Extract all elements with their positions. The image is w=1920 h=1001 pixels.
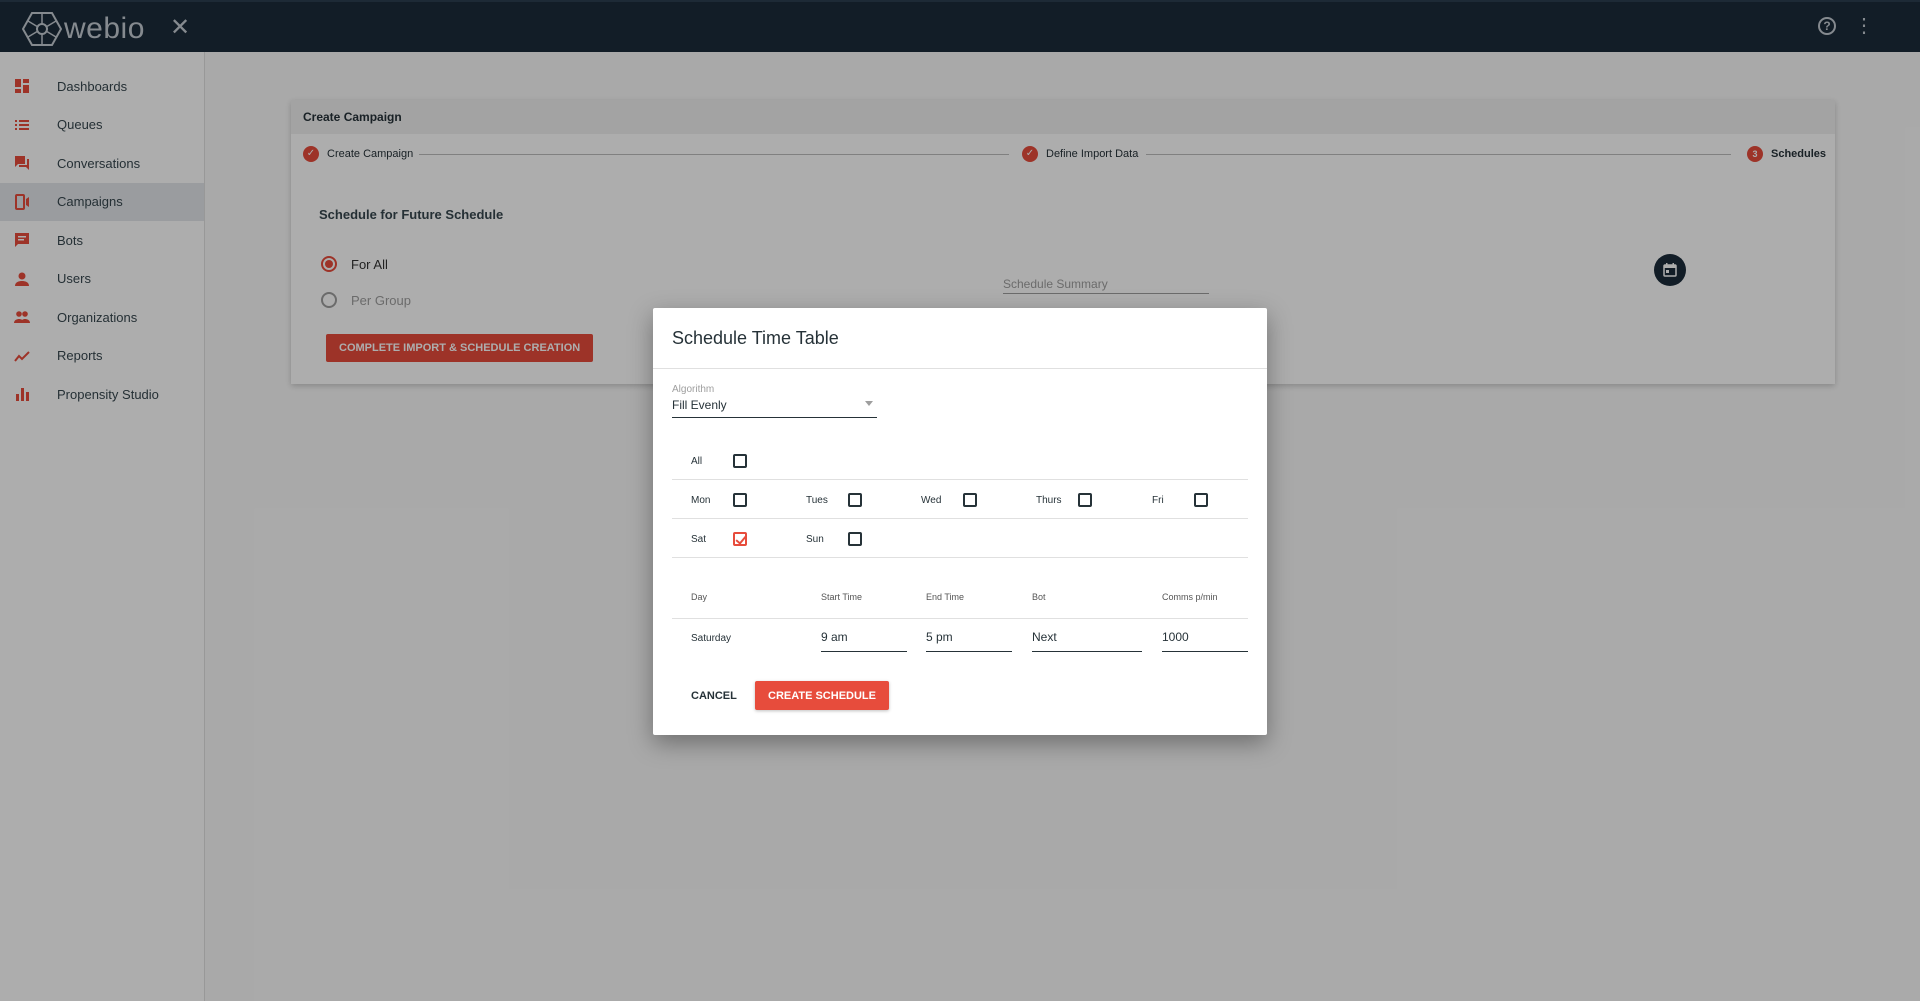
- day-label: Thurs: [1036, 494, 1062, 506]
- day-label: Sun: [806, 533, 824, 545]
- day-sat[interactable]: Sat: [691, 532, 747, 546]
- dialog-title: Schedule Time Table: [653, 308, 1267, 369]
- day-label: Tues: [806, 494, 828, 506]
- col-header-end-time: End Time: [926, 592, 965, 602]
- day-mon[interactable]: Mon: [691, 493, 747, 507]
- checkbox-all[interactable]: [733, 454, 747, 468]
- day-label: Wed: [921, 494, 942, 506]
- create-schedule-button[interactable]: CREATE SCHEDULE: [755, 681, 889, 710]
- cancel-button[interactable]: CANCEL: [679, 682, 749, 710]
- day-row-all: All: [672, 441, 1248, 480]
- table-divider: [672, 618, 1248, 619]
- schedule-time-table-dialog: Schedule Time Table Algorithm Fill Evenl…: [653, 308, 1267, 735]
- col-header-day: Day: [691, 592, 708, 602]
- start-time-input[interactable]: 9 am: [821, 630, 907, 652]
- checkbox-mon[interactable]: [733, 493, 747, 507]
- checkbox-wed[interactable]: [963, 493, 977, 507]
- comms-input[interactable]: 1000: [1162, 630, 1248, 652]
- col-header-comms: Comms p/min: [1162, 592, 1218, 602]
- end-time-input[interactable]: 5 pm: [926, 630, 1012, 652]
- algorithm-value: Fill Evenly: [672, 398, 727, 412]
- dropdown-arrow-icon: [865, 401, 873, 406]
- day-label: All: [691, 455, 703, 467]
- col-header-start-time: Start Time: [821, 592, 863, 602]
- checkbox-sun[interactable]: [848, 532, 862, 546]
- day-label: Mon: [691, 494, 711, 506]
- bot-input[interactable]: Next: [1032, 630, 1142, 652]
- day-row-weekend: Sat Sun: [672, 519, 1248, 558]
- day-sun[interactable]: Sun: [806, 532, 862, 546]
- day-row-weekdays: Mon Tues Wed Thurs Fri: [672, 480, 1248, 519]
- row-day-saturday: Saturday: [691, 633, 732, 644]
- checkbox-fri[interactable]: [1194, 493, 1208, 507]
- day-thurs[interactable]: Thurs: [1036, 493, 1092, 507]
- day-fri[interactable]: Fri: [1152, 493, 1208, 507]
- checkbox-thurs[interactable]: [1078, 493, 1092, 507]
- day-wed[interactable]: Wed: [921, 493, 977, 507]
- day-label: Fri: [1152, 494, 1164, 506]
- day-label: Sat: [691, 533, 707, 545]
- col-header-bot: Bot: [1032, 592, 1046, 602]
- algorithm-label: Algorithm: [672, 384, 715, 395]
- day-all[interactable]: All: [691, 454, 747, 468]
- day-tues[interactable]: Tues: [806, 493, 862, 507]
- checkbox-sat[interactable]: [733, 532, 747, 546]
- algorithm-select[interactable]: Fill Evenly: [672, 398, 877, 418]
- checkbox-tues[interactable]: [848, 493, 862, 507]
